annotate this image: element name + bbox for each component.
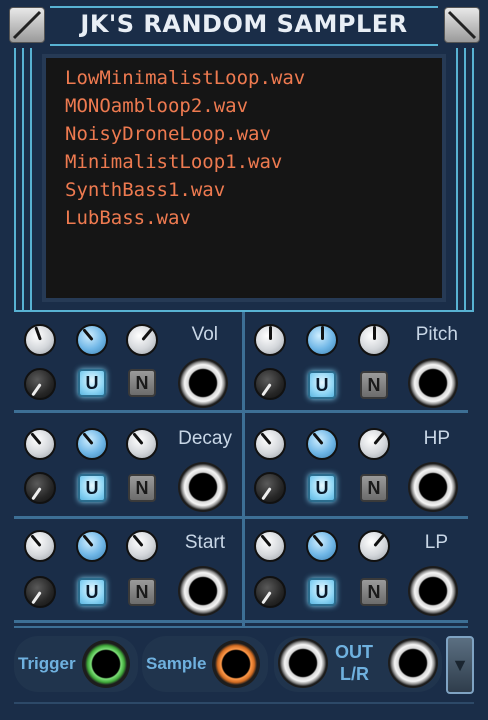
sample-label: Sample [146,654,207,673]
file-item[interactable]: MONOambloop2.wav [65,95,248,117]
decay-cv-jack[interactable] [178,462,228,512]
vol-cv-knob[interactable] [24,368,56,400]
decor-line [14,48,16,310]
trigger-label: Trigger [18,654,76,673]
decay-knob[interactable] [24,428,56,460]
pitch-range-knob[interactable] [306,324,338,356]
decor-line [472,48,474,310]
hp-u-button[interactable]: U [308,474,336,502]
decor-line [464,48,466,310]
decay-range-knob[interactable] [76,428,108,460]
divider [14,626,468,628]
module-panel: JK'S RANDOM SAMPLER LowMinimalistLoop.wa… [0,0,488,720]
hp-knob[interactable] [254,428,286,460]
divider [14,516,468,519]
lp-label: LP [424,532,448,553]
out-left-jack[interactable] [278,638,328,688]
vol-knob[interactable] [24,324,56,356]
file-item[interactable]: LowMinimalistLoop.wav [65,67,305,89]
decay-label: Decay [178,428,232,449]
divider [14,620,468,623]
decor-line [14,702,474,704]
vol-cv-jack[interactable] [178,358,228,408]
decor-line [50,44,438,46]
decor-line [456,48,458,310]
start-knob[interactable] [24,530,56,562]
menu-arrow-button[interactable]: ▼ [446,636,474,694]
hp-range-knob[interactable] [306,428,338,460]
hp-label: HP [423,428,450,449]
file-item[interactable]: SynthBass1.wav [65,179,225,201]
start-cv-jack[interactable] [178,566,228,616]
pitch-knob[interactable] [254,324,286,356]
start-cv-knob[interactable] [24,576,56,608]
pitch-u-button[interactable]: U [308,371,336,399]
decay-n-button[interactable]: N [128,474,156,502]
trigger-jack[interactable] [82,640,130,688]
vol-label: Vol [191,324,218,345]
lp-u-button[interactable]: U [308,578,336,606]
start-n-button[interactable]: N [128,578,156,606]
start-range-knob[interactable] [76,530,108,562]
file-list-screen[interactable] [46,58,442,298]
pitch-cv-knob[interactable] [254,368,286,400]
start-u-button[interactable]: U [78,578,106,606]
hp-n-button[interactable]: N [360,474,388,502]
lp-n-button[interactable]: N [360,578,388,606]
vol-u-button[interactable]: U [78,369,106,397]
hp-cv-knob[interactable] [254,472,286,504]
sample-jack[interactable] [212,640,260,688]
divider [242,312,245,626]
vol-n-button[interactable]: N [128,369,156,397]
out-label: OUT [335,642,373,662]
pitch-cv-jack[interactable] [408,358,458,408]
start-label: Start [184,532,225,553]
decay-cv-knob[interactable] [24,472,56,504]
decor-line [22,48,24,310]
lp-cv-jack[interactable] [408,566,458,616]
file-item[interactable]: MinimalistLoop1.wav [65,151,282,173]
pitch-label: Pitch [415,324,458,345]
module-title: JK'S RANDOM SAMPLER [80,10,408,38]
pitch-n-button[interactable]: N [360,371,388,399]
lp-range-knob[interactable] [306,530,338,562]
divider [14,410,468,413]
out-right-jack[interactable] [388,638,438,688]
lr-label: L/R [340,664,369,684]
lp-cv-knob[interactable] [254,576,286,608]
hp-cv-jack[interactable] [408,462,458,512]
vol-range-knob[interactable] [76,324,108,356]
decay-u-button[interactable]: U [78,474,106,502]
file-item[interactable]: NoisyDroneLoop.wav [65,123,271,145]
decor-line [50,6,438,8]
file-item[interactable]: LubBass.wav [65,207,191,229]
decor-line [30,48,32,310]
lp-knob[interactable] [254,530,286,562]
